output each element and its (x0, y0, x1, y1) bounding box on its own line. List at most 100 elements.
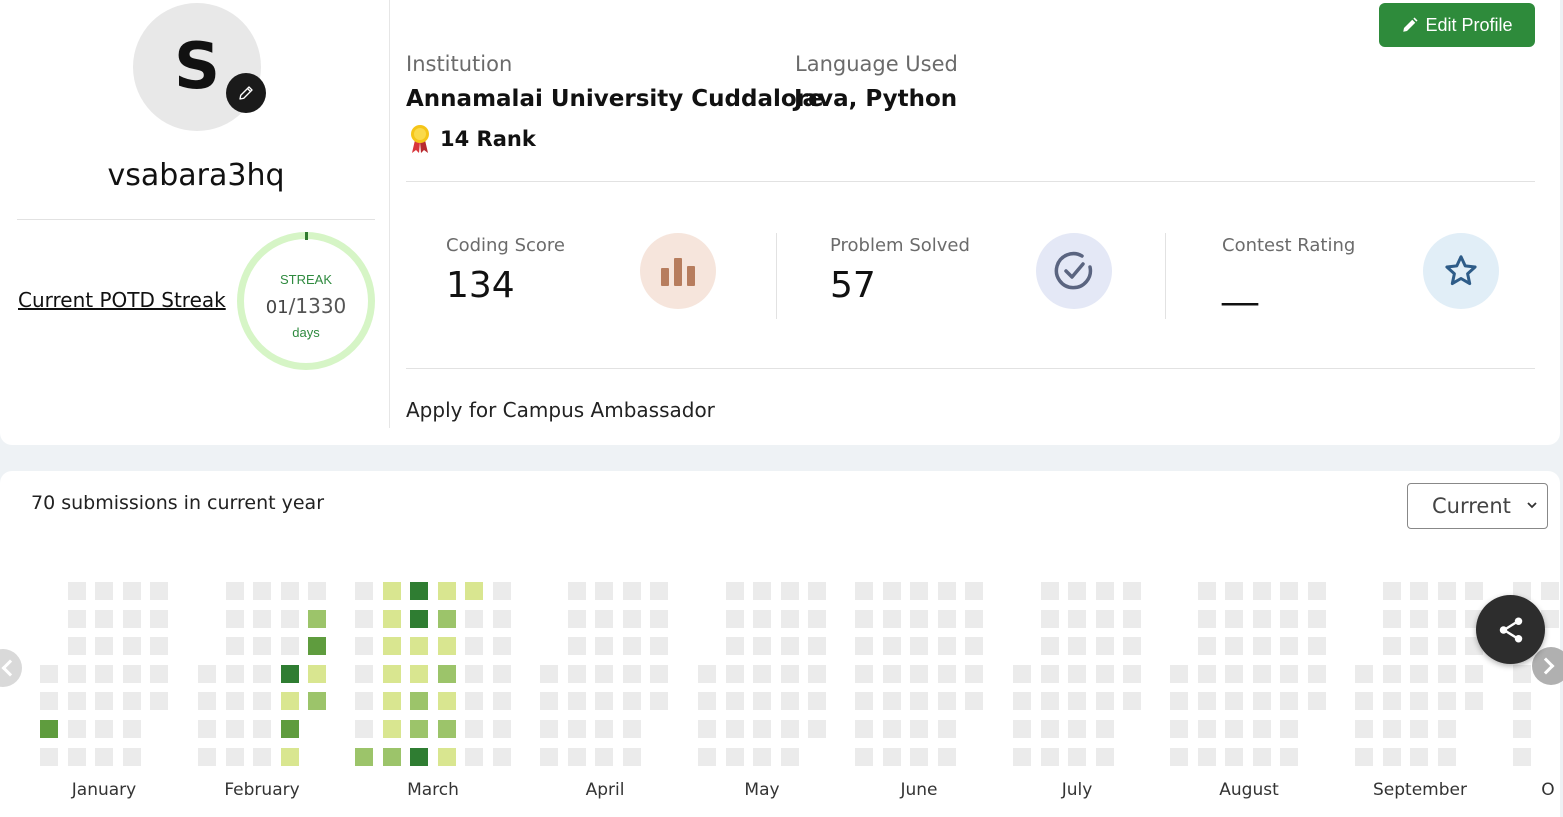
heatmap-cell[interactable] (150, 692, 168, 711)
heatmap-cell[interactable] (882, 664, 901, 683)
heatmap-cell[interactable] (225, 582, 244, 600)
heatmap-cell[interactable] (410, 692, 428, 711)
heatmap-cell[interactable] (650, 582, 668, 600)
heatmap-cell[interactable] (1307, 582, 1326, 600)
heatmap-cell[interactable] (808, 720, 826, 738)
heatmap-cell[interactable] (410, 609, 428, 628)
heatmap-cell[interactable] (1095, 582, 1114, 600)
heatmap-cell[interactable] (67, 609, 86, 628)
heatmap-cell[interactable] (753, 692, 771, 711)
heatmap-cell[interactable] (882, 637, 901, 656)
heatmap-cell[interactable] (280, 637, 299, 656)
heatmap-cell[interactable] (465, 609, 483, 628)
heatmap-cell[interactable] (1170, 720, 1188, 738)
heatmap-cell[interactable] (437, 747, 456, 766)
heatmap-cell[interactable] (1197, 747, 1216, 766)
heatmap-cell[interactable] (965, 609, 983, 628)
heatmap-cell[interactable] (1280, 582, 1298, 600)
heatmap-cell[interactable] (1225, 609, 1243, 628)
heatmap-cell[interactable] (937, 720, 956, 738)
heatmap-cell[interactable] (67, 637, 86, 656)
heatmap-cell[interactable] (595, 747, 613, 766)
heatmap-cell[interactable] (567, 720, 586, 738)
heatmap-cell[interactable] (382, 582, 401, 600)
heatmap-cell[interactable] (308, 609, 326, 628)
heatmap-cell[interactable] (225, 637, 244, 656)
heatmap-cell[interactable] (437, 692, 456, 711)
heatmap-cell[interactable] (753, 720, 771, 738)
heatmap-cell[interactable] (1252, 747, 1271, 766)
heatmap-cell[interactable] (808, 582, 826, 600)
heatmap-cell[interactable] (280, 582, 299, 600)
heatmap-cell[interactable] (567, 664, 586, 683)
heatmap-cell[interactable] (567, 692, 586, 711)
heatmap-cell[interactable] (150, 582, 168, 600)
heatmap-cell[interactable] (382, 664, 401, 683)
heatmap-cell[interactable] (910, 664, 928, 683)
heatmap-cell[interactable] (437, 664, 456, 683)
heatmap-cell[interactable] (725, 692, 744, 711)
heatmap-cell[interactable] (650, 664, 668, 683)
heatmap-cell[interactable] (355, 582, 373, 600)
heatmap-cell[interactable] (1465, 664, 1483, 683)
heatmap-cell[interactable] (410, 582, 428, 600)
heatmap-cell[interactable] (253, 720, 271, 738)
heatmap-cell[interactable] (122, 747, 141, 766)
heatmap-cell[interactable] (308, 664, 326, 683)
heatmap-cell[interactable] (1410, 747, 1428, 766)
heatmap-cell[interactable] (1280, 720, 1298, 738)
heatmap-cell[interactable] (725, 582, 744, 600)
heatmap-cell[interactable] (280, 692, 299, 711)
avatar-edit-button[interactable] (226, 73, 266, 113)
heatmap-cell[interactable] (280, 664, 299, 683)
heatmap-cell[interactable] (1197, 609, 1216, 628)
heatmap-cell[interactable] (280, 747, 299, 766)
heatmap-cell[interactable] (1280, 692, 1298, 711)
heatmap-cell[interactable] (1197, 720, 1216, 738)
heatmap-cell[interactable] (1382, 637, 1401, 656)
heatmap-cell[interactable] (150, 664, 168, 683)
heatmap-cell[interactable] (308, 692, 326, 711)
heatmap-cell[interactable] (622, 609, 641, 628)
heatmap-cell[interactable] (1068, 720, 1086, 738)
heatmap-cell[interactable] (410, 720, 428, 738)
heatmap-cell[interactable] (937, 637, 956, 656)
heatmap-cell[interactable] (253, 692, 271, 711)
heatmap-cell[interactable] (1355, 747, 1373, 766)
heatmap-cell[interactable] (1123, 609, 1141, 628)
heatmap-cell[interactable] (225, 664, 244, 683)
heatmap-cell[interactable] (808, 637, 826, 656)
heatmap-cell[interactable] (1355, 720, 1373, 738)
heatmap-cell[interactable] (910, 609, 928, 628)
heatmap-cell[interactable] (280, 720, 299, 738)
heatmap-cell[interactable] (855, 637, 873, 656)
heatmap-cell[interactable] (855, 664, 873, 683)
heatmap-cell[interactable] (355, 609, 373, 628)
heatmap-cell[interactable] (725, 664, 744, 683)
heatmap-cell[interactable] (937, 747, 956, 766)
heatmap-cell[interactable] (1437, 692, 1456, 711)
heatmap-cell[interactable] (1095, 720, 1114, 738)
heatmap-cell[interactable] (1437, 582, 1456, 600)
heatmap-cell[interactable] (698, 664, 716, 683)
heatmap-cell[interactable] (1437, 637, 1456, 656)
heatmap-cell[interactable] (753, 609, 771, 628)
heatmap-cell[interactable] (1382, 720, 1401, 738)
heatmap-cell[interactable] (40, 664, 58, 683)
heatmap-cell[interactable] (698, 720, 716, 738)
heatmap-cell[interactable] (67, 692, 86, 711)
heatmap-cell[interactable] (1410, 692, 1428, 711)
heatmap-cell[interactable] (622, 692, 641, 711)
heatmap-cell[interactable] (198, 747, 216, 766)
heatmap-cell[interactable] (937, 692, 956, 711)
heatmap-cell[interactable] (622, 747, 641, 766)
heatmap-cell[interactable] (1465, 692, 1483, 711)
heatmap-cell[interactable] (67, 720, 86, 738)
heatmap-cell[interactable] (382, 637, 401, 656)
heatmap-cell[interactable] (95, 664, 113, 683)
heatmap-cell[interactable] (95, 692, 113, 711)
heatmap-cell[interactable] (753, 582, 771, 600)
heatmap-cell[interactable] (437, 720, 456, 738)
heatmap-cell[interactable] (492, 637, 511, 656)
heatmap-cell[interactable] (122, 637, 141, 656)
